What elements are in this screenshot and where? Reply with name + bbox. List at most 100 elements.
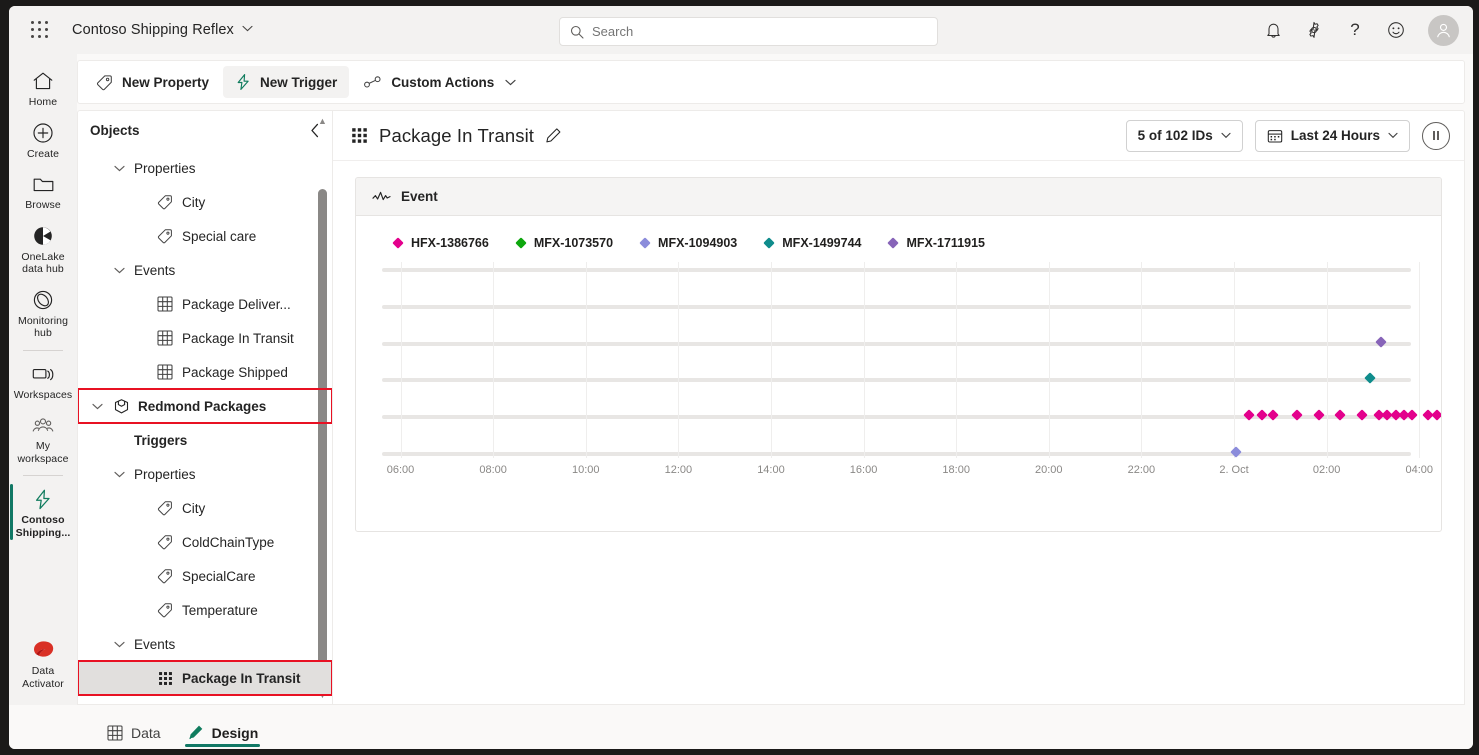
- tree-item-label: Package Shipped: [182, 364, 288, 380]
- chevron-down-icon[interactable]: [112, 267, 126, 274]
- sidebar-item-data-activator[interactable]: Data Activator: [10, 631, 76, 695]
- tree-item-package-in-transit[interactable]: Package In Transit: [78, 660, 332, 696]
- tree-item-properties[interactable]: Properties: [78, 457, 332, 491]
- tree-item-special-care[interactable]: Special care: [78, 219, 332, 253]
- legend-label: MFX-1711915: [906, 236, 986, 250]
- tree-item-label: Properties: [134, 466, 196, 482]
- sidebar-item-onelake-data-hub[interactable]: OneLake data hub: [10, 217, 76, 281]
- tree-item-events[interactable]: Events: [78, 627, 332, 661]
- scroll-up-arrow[interactable]: ▲: [317, 115, 328, 126]
- tree-item-specialcare[interactable]: SpecialCare: [78, 559, 332, 593]
- chart-vertical-gridline: [863, 262, 865, 458]
- chevron-down-icon[interactable]: [112, 165, 126, 172]
- x-axis-tick-label: 18:00: [942, 464, 970, 476]
- help-icon[interactable]: ?: [1342, 17, 1368, 43]
- sidebar-item-create[interactable]: Create: [10, 114, 76, 166]
- search-box[interactable]: [559, 17, 938, 46]
- app-title-button[interactable]: Contoso Shipping Reflex: [51, 22, 253, 38]
- feedback-icon[interactable]: [1383, 17, 1409, 43]
- new-property-label: New Property: [122, 74, 210, 90]
- app-launcher-icon[interactable]: [29, 19, 51, 41]
- tab-design[interactable]: Design: [177, 718, 269, 749]
- legend-item[interactable]: MFX-1094903: [639, 236, 737, 250]
- chart-data-point[interactable]: [1355, 409, 1368, 421]
- legend-item[interactable]: MFX-1711915: [887, 236, 986, 250]
- chevron-down-icon[interactable]: [112, 471, 126, 478]
- custom-actions-button[interactable]: Custom Actions: [351, 66, 528, 98]
- notifications-icon[interactable]: [1260, 17, 1286, 43]
- grid-dots-icon: [351, 127, 368, 144]
- tree-item-label: Redmond Packages: [138, 398, 267, 414]
- sidebar-item-label: Browse: [25, 199, 61, 211]
- legend-marker-icon: [392, 237, 404, 249]
- tree-item-label: Special care: [182, 228, 257, 244]
- sidebar-item-label: Contoso Shipping...: [15, 514, 71, 539]
- user-avatar[interactable]: [1428, 14, 1459, 46]
- sidebar-item-monitoring-hub[interactable]: Monitoring hub: [10, 281, 76, 345]
- tree-item-temperature[interactable]: Temperature: [78, 593, 332, 627]
- tree-item-package-in-transit[interactable]: Package In Transit: [78, 321, 332, 355]
- new-trigger-button[interactable]: New Trigger: [223, 66, 350, 98]
- folder-icon: [32, 171, 55, 197]
- chevron-down-icon[interactable]: [112, 641, 126, 648]
- ids-filter-dropdown[interactable]: 5 of 102 IDs: [1125, 119, 1243, 152]
- tree-item-package-shipped[interactable]: Package Shipped: [78, 355, 332, 389]
- settings-icon[interactable]: [1301, 17, 1327, 43]
- new-property-button[interactable]: New Property: [84, 66, 221, 98]
- chart-data-point[interactable]: [1267, 409, 1279, 421]
- tree-item-triggers[interactable]: Triggers: [78, 423, 332, 457]
- people-icon: [31, 412, 55, 438]
- pause-button[interactable]: [1422, 121, 1450, 150]
- grid-icon: [156, 330, 174, 346]
- chart-x-axis: 06:00 08:00 10:00 12:00 14:00 16:00 18:00 20:00…: [382, 462, 1433, 484]
- chart-gridline: [382, 378, 1411, 383]
- tree-item-city[interactable]: City: [78, 491, 332, 525]
- tree-item-coldchaintype[interactable]: ColdChainType: [78, 525, 332, 559]
- monitoring-icon: [32, 287, 54, 313]
- chart-data-point[interactable]: [1364, 372, 1376, 385]
- tree-scroll-thumb[interactable]: [318, 189, 327, 680]
- legend-item[interactable]: HFX-1386766: [392, 236, 489, 250]
- tree-item-label: ColdChainType: [182, 534, 275, 550]
- sidebar-item-workspaces[interactable]: Workspaces: [10, 355, 76, 407]
- chart-data-point[interactable]: [1256, 409, 1268, 421]
- tree-item-city[interactable]: City: [78, 185, 332, 219]
- legend-item[interactable]: MFX-1499744: [763, 236, 861, 250]
- tag-icon: [96, 74, 113, 91]
- sidebar-item-my-workspace[interactable]: My workspace: [10, 406, 76, 470]
- tab-data[interactable]: Data: [97, 719, 171, 749]
- tree-item-package-deliver[interactable]: Package Deliver...: [78, 287, 332, 321]
- search-input[interactable]: [592, 24, 927, 39]
- sidebar-item-browse[interactable]: Browse: [10, 165, 76, 217]
- chevron-down-icon[interactable]: [90, 403, 104, 410]
- legend-item[interactable]: MFX-1073570: [515, 236, 613, 250]
- time-range-dropdown[interactable]: Last 24 Hours: [1254, 119, 1410, 152]
- chart-data-point[interactable]: [1313, 409, 1326, 421]
- chart-vertical-gridline: [493, 262, 495, 458]
- objects-pane: Objects Properties City Special care Events…: [77, 110, 332, 705]
- detail-body: Event HFX-1386766 MFX-1073570 MFX-1094903 M…: [333, 161, 1464, 704]
- chart-data-point[interactable]: [1291, 409, 1303, 421]
- tree-item-properties[interactable]: Properties: [78, 151, 332, 185]
- sidebar-item-home[interactable]: Home: [10, 62, 76, 114]
- grid-icon: [156, 364, 174, 380]
- custom-actions-label: Custom Actions: [391, 74, 495, 90]
- x-axis-tick-label: 20:00: [1035, 464, 1063, 476]
- event-card-header: Event: [356, 178, 1441, 216]
- legend-marker-icon: [887, 237, 900, 249]
- chart-data-point[interactable]: [1334, 409, 1346, 421]
- x-axis-tick-label: 08:00: [479, 464, 507, 476]
- event-chart-card: Event HFX-1386766 MFX-1073570 MFX-1094903 M…: [355, 177, 1442, 532]
- chart-gridline: [382, 304, 1411, 309]
- chart-vertical-gridline: [585, 262, 587, 458]
- pencil-icon[interactable]: [545, 127, 562, 144]
- tree-item-redmond-packages[interactable]: Redmond Packages: [78, 388, 332, 424]
- line-chart-icon: [372, 190, 391, 203]
- chart-vertical-gridline: [678, 262, 680, 458]
- top-bar: Contoso Shipping Reflex ?: [9, 6, 1473, 54]
- sidebar-item-contoso-shipping[interactable]: Contoso Shipping...: [10, 480, 76, 544]
- chart-data-point[interactable]: [1243, 409, 1256, 421]
- event-card-title: Event: [401, 189, 438, 204]
- tree-item-events[interactable]: Events: [78, 253, 332, 287]
- chart-data-point[interactable]: [1406, 409, 1418, 421]
